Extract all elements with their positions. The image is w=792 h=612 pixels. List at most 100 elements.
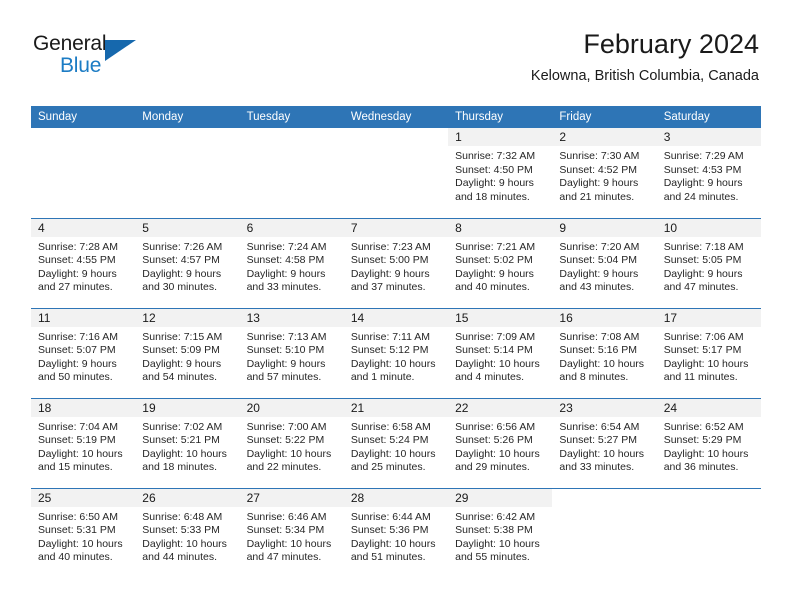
daylight-text-line2: and 44 minutes. <box>142 551 217 564</box>
calendar-day-cell[interactable]: 25 Sunrise: 6:50 AM Sunset: 5:31 PM Dayligh… <box>31 487 136 578</box>
calendar-day-cell[interactable]: 21 Sunrise: 6:58 AM Sunset: 5:24 PM Dayligh… <box>343 397 449 488</box>
page-header: General Blue February 2024 Kelowna, Brit… <box>33 28 759 96</box>
daylight-text-line2: and 25 minutes. <box>350 461 426 474</box>
sunrise-text: Sunrise: 7:11 AM <box>350 330 431 343</box>
day-details: Sunrise: 7:29 AM Sunset: 4:53 PM Daylight:… <box>657 146 761 204</box>
day-details: Sunrise: 7:28 AM Sunset: 4:55 PM Daylight:… <box>31 237 135 295</box>
calendar-day-cell[interactable]: 6 Sunrise: 7:24 AM Sunset: 4:58 PM Daylight… <box>239 217 344 308</box>
daylight-text-line1: Daylight: 10 hours <box>350 537 436 550</box>
day-details: Sunrise: 7:32 AM Sunset: 4:50 PM Daylight:… <box>448 146 552 204</box>
day-details: Sunrise: 7:13 AM Sunset: 5:10 PM Daylight:… <box>240 327 344 385</box>
daylight-text-line2: and 47 minutes. <box>246 551 322 564</box>
calendar-day-cell[interactable]: 11 Sunrise: 7:16 AM Sunset: 5:07 PM Dayligh… <box>31 307 136 398</box>
day-details: Sunrise: 7:08 AM Sunset: 5:16 PM Daylight:… <box>552 327 656 385</box>
sunset-text: Sunset: 5:22 PM <box>246 434 325 447</box>
day-number: 28 <box>343 488 449 507</box>
calendar-day-cell[interactable]: 18 Sunrise: 7:04 AM Sunset: 5:19 PM Dayligh… <box>31 397 136 488</box>
sunset-text: Sunset: 5:29 PM <box>663 434 742 447</box>
day-number: 10 <box>656 218 761 237</box>
sunset-text: Sunset: 5:24 PM <box>350 434 429 447</box>
calendar-day-cell[interactable]: 2 Sunrise: 7:30 AM Sunset: 4:52 PM Daylight… <box>552 128 657 218</box>
day-number: 19 <box>135 398 240 417</box>
day-number: 15 <box>448 308 553 327</box>
day-number: 6 <box>239 218 344 237</box>
daylight-text-line1: Daylight: 9 hours <box>142 267 222 280</box>
daylight-text-line2: and 50 minutes. <box>38 371 113 384</box>
calendar-day-cell[interactable]: 8 Sunrise: 7:21 AM Sunset: 5:02 PM Daylight… <box>448 217 553 308</box>
calendar-day-cell[interactable]: 13 Sunrise: 7:13 AM Sunset: 5:10 PM Dayligh… <box>239 307 344 398</box>
sunrise-text: Sunrise: 7:00 AM <box>246 420 327 433</box>
daylight-text-line2: and 27 minutes. <box>38 281 113 294</box>
day-number <box>344 128 448 146</box>
calendar-day-cell[interactable]: 22 Sunrise: 6:56 AM Sunset: 5:26 PM Dayligh… <box>448 397 553 488</box>
logo-text-general: General <box>33 32 107 55</box>
day-details: Sunrise: 7:06 AM Sunset: 5:17 PM Daylight:… <box>657 327 761 385</box>
day-number: 16 <box>552 308 657 327</box>
calendar-day-cell[interactable]: 20 Sunrise: 7:00 AM Sunset: 5:22 PM Dayligh… <box>239 397 344 488</box>
daylight-text-line2: and 37 minutes. <box>350 281 426 294</box>
daylight-text-line1: Daylight: 9 hours <box>246 357 326 370</box>
calendar-day-cell-empty <box>240 128 344 218</box>
calendar-day-cell[interactable]: 27 Sunrise: 6:46 AM Sunset: 5:34 PM Dayligh… <box>239 487 344 578</box>
day-details: Sunrise: 7:26 AM Sunset: 4:57 PM Daylight:… <box>135 237 239 295</box>
calendar-day-cell[interactable]: 26 Sunrise: 6:48 AM Sunset: 5:33 PM Dayligh… <box>135 487 240 578</box>
daylight-text-line1: Daylight: 10 hours <box>350 447 436 460</box>
day-number: 21 <box>343 398 449 417</box>
daylight-text-line2: and 33 minutes. <box>559 461 635 474</box>
daylight-text-line1: Daylight: 9 hours <box>559 267 639 280</box>
sunset-text: Sunset: 5:33 PM <box>142 524 220 537</box>
day-number: 25 <box>31 488 136 507</box>
calendar-day-cell[interactable]: 23 Sunrise: 6:54 AM Sunset: 5:27 PM Dayligh… <box>552 397 657 488</box>
sunrise-text: Sunrise: 6:52 AM <box>663 420 744 433</box>
day-number: 4 <box>31 218 136 237</box>
day-details: Sunrise: 6:42 AM Sunset: 5:38 PM Daylight:… <box>448 507 552 565</box>
day-details: Sunrise: 7:02 AM Sunset: 5:21 PM Daylight:… <box>135 417 239 475</box>
calendar-day-cell[interactable]: 9 Sunrise: 7:20 AM Sunset: 5:04 PM Daylight… <box>552 217 657 308</box>
general-blue-logo[interactable]: General Blue <box>33 32 233 86</box>
day-details: Sunrise: 7:20 AM Sunset: 5:04 PM Daylight:… <box>552 237 656 295</box>
day-details: Sunrise: 6:54 AM Sunset: 5:27 PM Daylight:… <box>552 417 656 475</box>
daylight-text-line2: and 18 minutes. <box>455 190 530 203</box>
daylight-text-line2: and 40 minutes. <box>38 551 113 564</box>
day-number: 5 <box>135 218 240 237</box>
sunset-text: Sunset: 5:05 PM <box>663 254 742 267</box>
daylight-text-line1: Daylight: 9 hours <box>142 357 222 370</box>
calendar-day-cell[interactable]: 15 Sunrise: 7:09 AM Sunset: 5:14 PM Dayligh… <box>448 307 553 398</box>
sunset-text: Sunset: 5:02 PM <box>455 254 533 267</box>
sunrise-text: Sunrise: 7:16 AM <box>38 330 118 343</box>
calendar-day-cell[interactable]: 14 Sunrise: 7:11 AM Sunset: 5:12 PM Dayligh… <box>343 307 449 398</box>
calendar-day-cell[interactable]: 7 Sunrise: 7:23 AM Sunset: 5:00 PM Daylight… <box>343 217 449 308</box>
day-details: Sunrise: 7:16 AM Sunset: 5:07 PM Daylight:… <box>31 327 135 385</box>
sunset-text: Sunset: 5:27 PM <box>559 434 638 447</box>
calendar-day-cell[interactable]: 28 Sunrise: 6:44 AM Sunset: 5:36 PM Dayligh… <box>343 487 449 578</box>
calendar-day-cell[interactable]: 24 Sunrise: 6:52 AM Sunset: 5:29 PM Dayligh… <box>656 397 761 488</box>
calendar-day-cell[interactable]: 19 Sunrise: 7:02 AM Sunset: 5:21 PM Dayligh… <box>135 397 240 488</box>
sunrise-text: Sunrise: 7:26 AM <box>142 240 223 253</box>
daylight-text-line2: and 15 minutes. <box>38 461 113 474</box>
daylight-text-line1: Daylight: 9 hours <box>455 177 534 190</box>
calendar-day-cell[interactable]: 17 Sunrise: 7:06 AM Sunset: 5:17 PM Dayligh… <box>656 307 761 398</box>
sunset-text: Sunset: 4:58 PM <box>246 254 325 267</box>
sunrise-text: Sunrise: 6:56 AM <box>455 420 536 433</box>
day-number: 13 <box>239 308 344 327</box>
calendar-day-cell[interactable]: 3 Sunrise: 7:29 AM Sunset: 4:53 PM Daylight… <box>656 128 761 218</box>
calendar-day-cell[interactable]: 10 Sunrise: 7:18 AM Sunset: 5:05 PM Dayligh… <box>656 217 761 308</box>
logo-triangle-icon <box>105 40 136 61</box>
calendar-day-cell[interactable]: 29 Sunrise: 6:42 AM Sunset: 5:38 PM Dayligh… <box>448 487 553 578</box>
day-details: Sunrise: 7:04 AM Sunset: 5:19 PM Daylight:… <box>31 417 135 475</box>
daylight-text-line1: Daylight: 10 hours <box>246 447 332 460</box>
calendar-day-cell[interactable]: 12 Sunrise: 7:15 AM Sunset: 5:09 PM Dayligh… <box>135 307 240 398</box>
calendar-day-cell[interactable]: 16 Sunrise: 7:08 AM Sunset: 5:16 PM Dayligh… <box>552 307 657 398</box>
calendar-body: 1 Sunrise: 7:32 AM Sunset: 4:50 PM Daylight… <box>31 128 761 578</box>
sunset-text: Sunset: 5:09 PM <box>142 344 220 357</box>
calendar-week-row: 18 Sunrise: 7:04 AM Sunset: 5:19 PM Dayligh… <box>31 397 761 488</box>
calendar-day-cell[interactable]: 5 Sunrise: 7:26 AM Sunset: 4:57 PM Daylight… <box>135 217 240 308</box>
daylight-text-line1: Daylight: 9 hours <box>663 177 743 190</box>
daylight-text-line2: and 30 minutes. <box>142 281 217 294</box>
calendar-day-cell[interactable]: 1 Sunrise: 7:32 AM Sunset: 4:50 PM Daylight… <box>448 128 553 218</box>
day-details: Sunrise: 6:52 AM Sunset: 5:29 PM Daylight:… <box>657 417 761 475</box>
sunset-text: Sunset: 5:10 PM <box>246 344 325 357</box>
calendar-day-cell[interactable]: 4 Sunrise: 7:28 AM Sunset: 4:55 PM Daylight… <box>31 217 136 308</box>
daylight-text-line2: and 18 minutes. <box>142 461 217 474</box>
weekday-header-monday: Monday <box>135 106 240 128</box>
